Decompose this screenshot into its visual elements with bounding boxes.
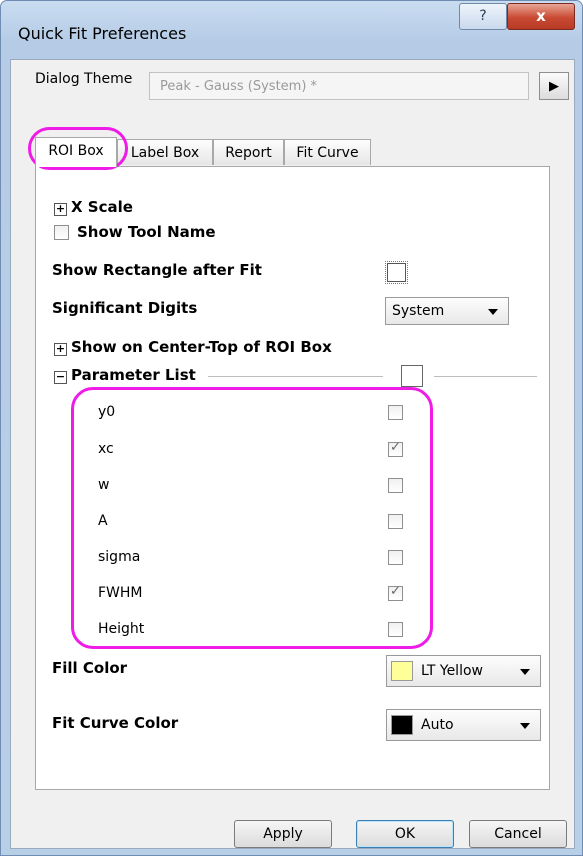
fill-color-select[interactable]: LT Yellow [386,655,541,687]
param-height-checkbox[interactable] [388,622,403,637]
fit-curve-color-value: Auto [421,717,454,733]
fill-color-value: LT Yellow [421,663,483,679]
show-tool-name-label: Show Tool Name [77,223,216,241]
param-fwhm-label: FWHM [98,585,143,601]
expand-center-top-icon[interactable]: + [54,343,67,356]
fit-curve-color-label: Fit Curve Color [52,714,179,732]
fit-curve-color-swatch [391,715,413,735]
parameter-list-label: Parameter List [71,366,196,384]
expand-x-scale-icon[interactable]: + [54,203,67,216]
dialog-theme-combo[interactable]: Peak - Gauss (System) * [149,72,529,100]
divider [434,376,537,377]
title-bar: Quick Fit Preferences ? x [1,1,582,61]
parameter-list-checkbox[interactable] [401,365,423,387]
fill-color-label: Fill Color [52,659,128,677]
theme-menu-arrow-icon[interactable]: ▶ [539,72,569,100]
help-button[interactable]: ? [459,3,507,30]
chevron-down-icon [520,669,530,675]
show-rectangle-checkbox[interactable] [385,261,408,284]
param-y0-label: y0 [98,404,116,420]
param-sigma-label: sigma [98,549,141,565]
param-w-label: w [98,477,110,493]
param-fwhm-checkbox[interactable] [388,584,403,601]
dialog-window: Quick Fit Preferences ? x Dialog Theme P… [0,0,583,856]
param-xc-label: xc [98,441,114,457]
param-a-checkbox[interactable] [388,514,403,529]
show-rectangle-label: Show Rectangle after Fit [52,261,262,279]
tab-report[interactable]: Report [213,139,284,165]
tab-roi-box[interactable]: ROI Box [35,137,117,167]
fit-curve-color-select[interactable]: Auto [386,709,541,741]
tab-label-box[interactable]: Label Box [117,139,213,165]
x-scale-label: X Scale [71,198,133,216]
ok-button[interactable]: OK [356,820,454,848]
show-center-top-label: Show on Center-Top of ROI Box [71,338,332,356]
divider [208,376,383,377]
dialog-theme-label: Dialog Theme [35,71,133,87]
roi-box-panel: + X Scale Show Tool Name Show Rectangle … [35,166,550,790]
param-a-label: A [98,513,108,529]
significant-digits-value: System [392,303,445,319]
collapse-parameter-list-icon[interactable]: − [54,371,67,384]
close-button[interactable]: x [507,3,575,30]
significant-digits-select[interactable]: System [385,297,509,325]
param-w-checkbox[interactable] [388,478,403,493]
param-height-label: Height [98,621,145,637]
significant-digits-label: Significant Digits [52,299,198,317]
param-sigma-checkbox[interactable] [388,550,403,565]
window-title: Quick Fit Preferences [18,24,187,43]
param-y0-checkbox[interactable] [388,405,403,420]
chevron-down-icon [520,723,530,729]
fill-color-swatch [391,661,413,681]
dialog-body: Dialog Theme Peak - Gauss (System) * ▶ R… [10,59,575,849]
tab-fit-curve[interactable]: Fit Curve [284,139,371,165]
apply-button[interactable]: Apply [234,820,332,848]
param-xc-checkbox[interactable] [388,440,403,457]
chevron-down-icon [488,309,498,315]
show-tool-name-checkbox[interactable] [54,225,69,240]
cancel-button[interactable]: Cancel [469,820,567,848]
